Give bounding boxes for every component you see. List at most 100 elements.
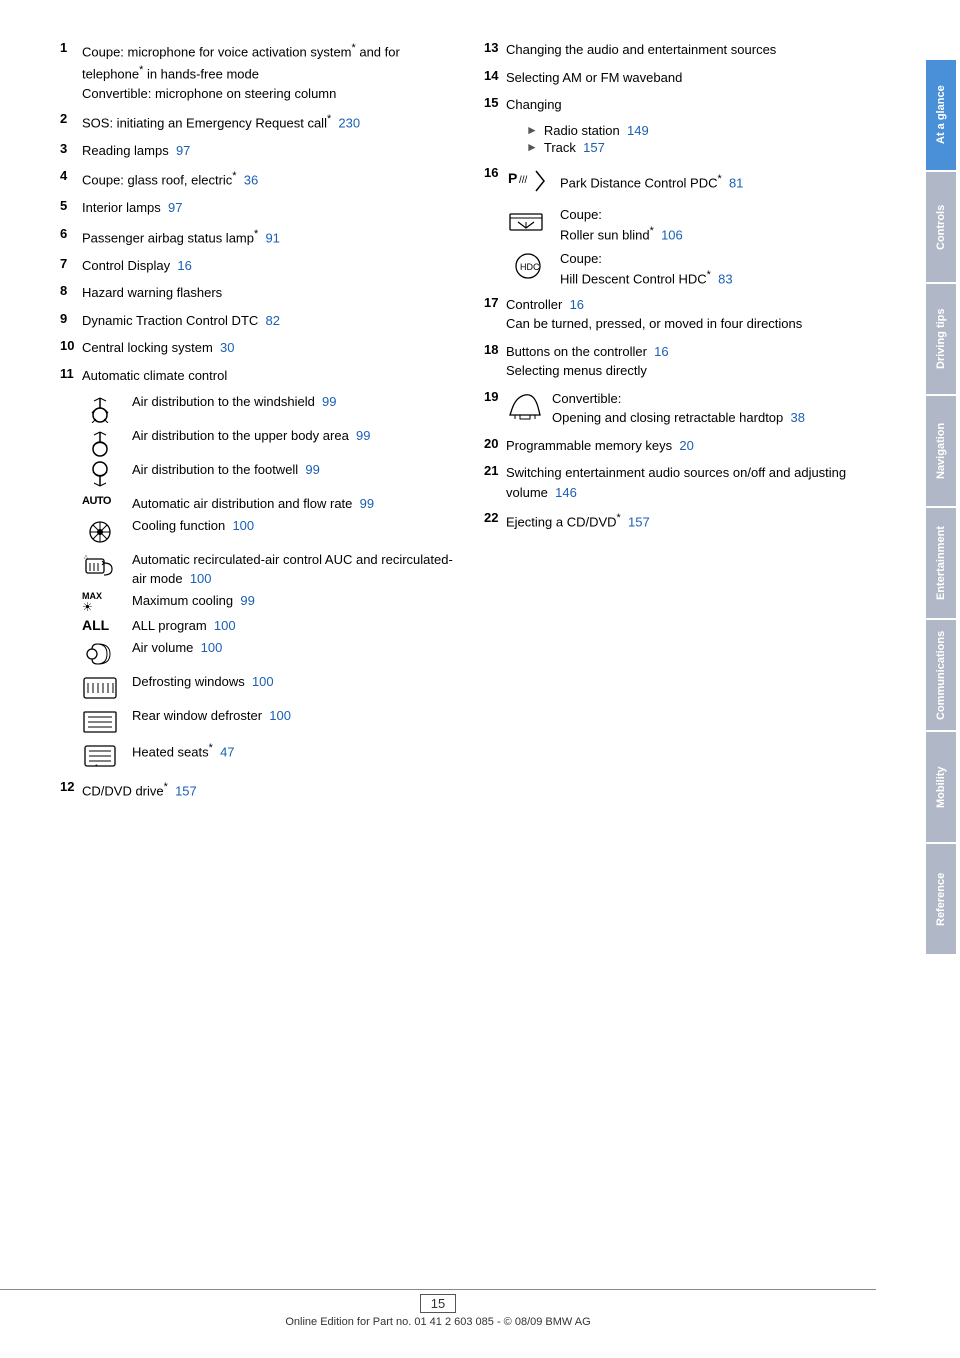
list-item: 10 Central locking system 30	[60, 338, 454, 358]
sub-item: Air distribution to the windshield 99	[82, 393, 454, 423]
item-text: Ejecting a CD/DVD* 157	[506, 510, 878, 532]
page-ref[interactable]: 83	[718, 272, 732, 287]
page-ref[interactable]: 82	[266, 313, 280, 328]
sub-item-text: Automatic recirculated-air control AUC a…	[132, 551, 454, 587]
item-text: Coupe: glass roof, electric* 36	[82, 168, 454, 190]
list-item: 11 Automatic climate control	[60, 366, 454, 386]
item-text: Park Distance Control PDC* 81	[560, 173, 743, 190]
page-ref[interactable]: 30	[220, 340, 234, 355]
page-ref[interactable]: 149	[627, 123, 649, 138]
item-text: Interior lamps 97	[82, 198, 454, 218]
item15-sub: ► Radio station 149 ► Track 157	[506, 123, 878, 155]
list-item: 21 Switching entertainment audio sources…	[484, 463, 878, 502]
page-ref[interactable]: 157	[583, 140, 605, 155]
list-item: 13 Changing the audio and entertainment …	[484, 40, 878, 60]
sub-item: ALL ALL program 100	[82, 617, 454, 635]
sidebar-tab-entertainment[interactable]: Entertainment	[926, 508, 956, 618]
page-ref[interactable]: 100	[252, 674, 274, 689]
page-ref[interactable]: 99	[356, 428, 370, 443]
page-ref[interactable]: 38	[791, 410, 805, 425]
item-number: 12	[60, 779, 82, 794]
list-item: 22 Ejecting a CD/DVD* 157	[484, 510, 878, 532]
item-number: 1	[60, 40, 82, 55]
page-ref[interactable]: 47	[220, 744, 234, 759]
svg-text:△: △	[84, 554, 88, 560]
item-number: 14	[484, 68, 506, 83]
list-item: 2 SOS: initiating an Emergency Request c…	[60, 111, 454, 133]
page-ref[interactable]: 16	[570, 297, 584, 312]
sidebar-tab-controls[interactable]: Controls	[926, 172, 956, 282]
list-item: 16 P /// Park Distance Control PDC* 81	[484, 165, 878, 200]
max-cool-icon: MAX ☀	[82, 592, 132, 613]
cooling-icon	[82, 517, 132, 547]
page-ref[interactable]: 146	[555, 485, 577, 500]
sidebar-tab-driving-tips[interactable]: Driving tips	[926, 284, 956, 394]
sidebar-tab-reference[interactable]: Reference	[926, 844, 956, 954]
page-ref[interactable]: 99	[305, 462, 319, 477]
page-ref[interactable]: 100	[232, 518, 254, 533]
item-text: Programmable memory keys 20	[506, 436, 878, 456]
page-ref[interactable]: 230	[338, 115, 360, 130]
page-ref[interactable]: 99	[360, 496, 374, 511]
item-text: Changing	[506, 95, 878, 115]
item-number: 2	[60, 111, 82, 126]
svg-text:P: P	[508, 170, 517, 186]
air-upper-icon	[82, 427, 132, 457]
page-ref[interactable]: 16	[654, 344, 668, 359]
item-text: Selecting AM or FM waveband	[506, 68, 878, 88]
item-number: 21	[484, 463, 506, 478]
item-text: Changing the audio and entertainment sou…	[506, 40, 878, 60]
sub-item: Rear window defroster 100	[82, 707, 454, 737]
roller-blind-icon	[506, 206, 550, 241]
page-ref[interactable]: 36	[244, 173, 258, 188]
sidebar-tab-communications[interactable]: Communications	[926, 620, 956, 730]
sidebar-tab-navigation[interactable]: Navigation	[926, 396, 956, 506]
sidebar-tab-mobility[interactable]: Mobility	[926, 732, 956, 842]
page-ref[interactable]: 99	[240, 593, 254, 608]
page-ref[interactable]: 157	[628, 515, 650, 530]
sub-item: Air distribution to the footwell 99	[82, 461, 454, 491]
list-item: 1 Coupe: microphone for voice activation…	[60, 40, 454, 103]
arrow-icon: ►	[526, 140, 538, 154]
list-item: 4 Coupe: glass roof, electric* 36	[60, 168, 454, 190]
item-number: 15	[484, 95, 506, 110]
auto-icon: AUTO	[82, 495, 132, 507]
arrow-sub-item: ► Track 157	[526, 140, 878, 155]
page-ref[interactable]: 81	[729, 176, 743, 191]
page-ref[interactable]: 97	[176, 143, 190, 158]
copyright-text: Online Edition for Part no. 01 41 2 603 …	[285, 1316, 590, 1328]
item-number: 16	[484, 165, 506, 180]
item-text: Switching entertainment audio sources on…	[506, 463, 878, 502]
convertible-hardtop-icon	[506, 389, 544, 424]
list-item: 9 Dynamic Traction Control DTC 82	[60, 311, 454, 331]
item-text: Coupe: microphone for voice activation s…	[82, 40, 454, 103]
item-number: 22	[484, 510, 506, 525]
item-text: Reading lamps 97	[82, 141, 454, 161]
list-item: 6 Passenger airbag status lamp* 91	[60, 226, 454, 248]
list-item: 3 Reading lamps 97	[60, 141, 454, 161]
page-ref[interactable]: 100	[269, 708, 291, 723]
page-ref[interactable]: 106	[661, 227, 683, 242]
page-ref[interactable]: 20	[679, 438, 693, 453]
page-ref[interactable]: 100	[214, 618, 236, 633]
sub-item-text: Air distribution to the upper body area …	[132, 427, 454, 445]
page-ref[interactable]: 97	[168, 200, 182, 215]
sidebar-tab-at-a-glance[interactable]: At a glance	[926, 60, 956, 170]
list-item: 7 Control Display 16	[60, 256, 454, 276]
page-ref[interactable]: 99	[322, 394, 336, 409]
page-ref[interactable]: 100	[190, 571, 212, 586]
page-footer: 15 Online Edition for Part no. 01 41 2 6…	[0, 1289, 876, 1328]
page-ref[interactable]: 100	[201, 640, 223, 655]
sub-item-text: Track 157	[544, 140, 605, 155]
page-ref[interactable]: 16	[177, 258, 191, 273]
sub-item: Defrosting windows 100	[82, 673, 454, 703]
arrow-sub-item: ► Radio station 149	[526, 123, 878, 138]
item-text: Dynamic Traction Control DTC 82	[82, 311, 454, 331]
item-number: 7	[60, 256, 82, 271]
page-ref[interactable]: 91	[265, 230, 279, 245]
item-number: 11	[60, 366, 82, 381]
item-number: 10	[60, 338, 82, 353]
sub-item: AUTO Automatic air distribution and flow…	[82, 495, 454, 513]
pdc-icon: P ///	[506, 165, 550, 200]
page-ref[interactable]: 157	[175, 783, 197, 798]
